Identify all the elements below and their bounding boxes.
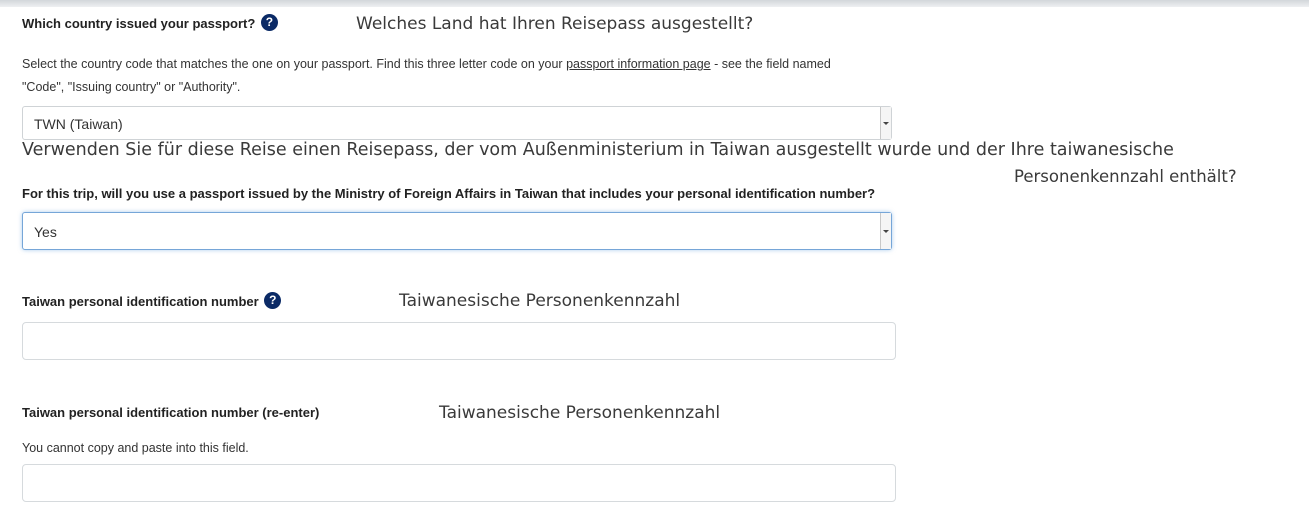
question-circle-icon[interactable]: ? bbox=[264, 292, 282, 309]
mofa-question-translation-line1: Verwenden Sie für diese Reise einen Reis… bbox=[22, 140, 1174, 160]
country-help-text-part1: Select the country code that matches the… bbox=[22, 57, 563, 71]
mofa-question-translation-line2: Personenkennzahl enthält? bbox=[1014, 167, 1237, 186]
country-help-text: Select the country code that matches the… bbox=[22, 57, 831, 71]
question-circle-icon[interactable]: ? bbox=[260, 14, 278, 31]
mofa-question-label: For this trip, will you use a passport i… bbox=[22, 186, 876, 201]
top-edge-bar bbox=[0, 0, 1309, 7]
country-question-text: Which country issued your passport? bbox=[22, 16, 256, 31]
passport-information-page-link[interactable]: passport information page bbox=[566, 57, 711, 71]
country-help-text-line2: "Code", "Issuing country" or "Authority"… bbox=[22, 80, 241, 94]
id-number-label-text: Taiwan personal identification number bbox=[22, 294, 259, 309]
chevron-down-icon[interactable] bbox=[880, 107, 891, 139]
country-select[interactable]: TWN (Taiwan) bbox=[22, 106, 892, 140]
country-question-translation: Welches Land hat Ihren Reisepass ausgest… bbox=[356, 14, 754, 34]
id-number-reenter-label: Taiwan personal identification number (r… bbox=[22, 405, 320, 420]
chevron-down-icon[interactable] bbox=[880, 213, 891, 249]
id-number-reenter-translation: Taiwanesische Personenkennzahl bbox=[439, 403, 721, 423]
country-question-label: Which country issued your passport? ? bbox=[22, 14, 278, 31]
id-number-reenter-note: You cannot copy and paste into this fiel… bbox=[22, 441, 249, 455]
id-number-translation: Taiwanesische Personenkennzahl bbox=[399, 291, 681, 311]
mofa-passport-select[interactable]: Yes bbox=[22, 212, 892, 250]
id-number-input[interactable] bbox=[22, 322, 896, 360]
country-select-value: TWN (Taiwan) bbox=[34, 116, 123, 132]
id-number-label: Taiwan personal identification number ? bbox=[22, 292, 282, 309]
country-help-text-part2: - see the field named bbox=[714, 57, 831, 71]
id-number-reenter-input[interactable] bbox=[22, 464, 896, 502]
mofa-passport-select-value: Yes bbox=[34, 224, 57, 240]
